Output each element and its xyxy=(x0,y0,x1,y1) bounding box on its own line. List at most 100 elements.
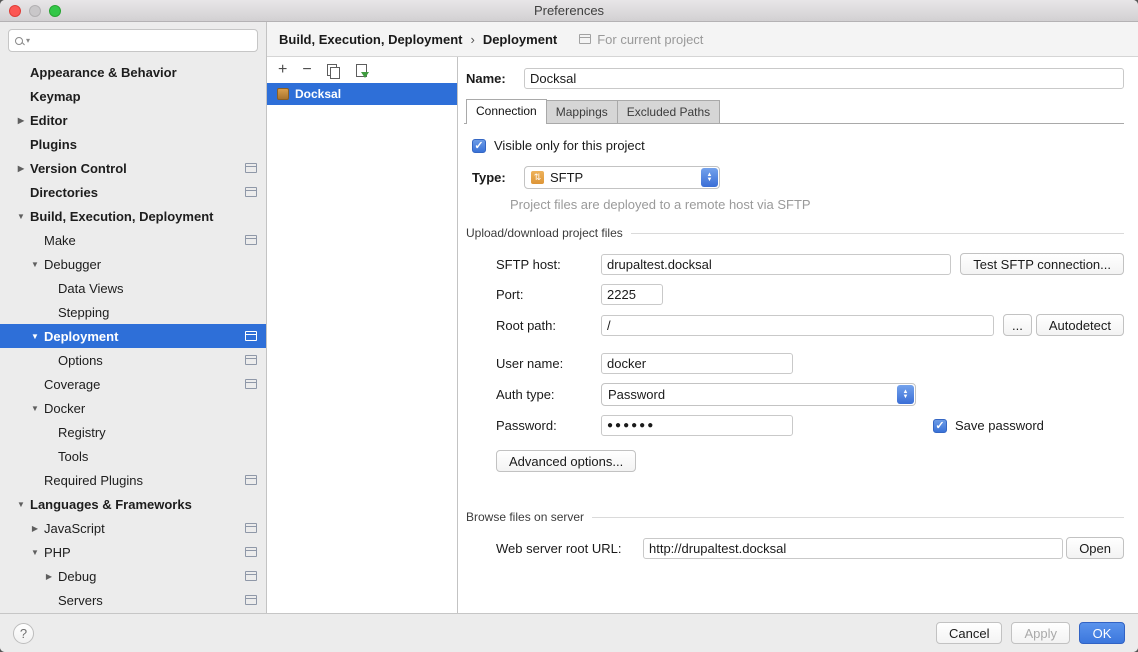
remove-icon[interactable]: − xyxy=(302,62,311,78)
auth-type-label: Auth type: xyxy=(496,387,601,402)
servers-list-panel: + − Docksal xyxy=(267,57,458,613)
window-controls xyxy=(9,5,61,17)
visible-only-checkbox[interactable]: ✓ xyxy=(472,139,486,153)
chevron-down-icon[interactable]: ▼ xyxy=(26,332,44,341)
ok-button[interactable]: OK xyxy=(1079,622,1125,644)
dropdown-stepper-icon[interactable]: ▲▼ xyxy=(701,168,718,187)
chevron-down-icon[interactable]: ▼ xyxy=(26,260,44,269)
chevron-down-icon[interactable]: ▼ xyxy=(26,548,44,557)
settings-search-input[interactable]: ▾ xyxy=(8,29,258,52)
chevron-down-icon[interactable]: ▼ xyxy=(12,212,30,221)
sidebar-item-php[interactable]: ▼PHP xyxy=(0,540,266,564)
section-divider xyxy=(631,233,1124,234)
current-project-icon xyxy=(245,355,257,365)
deployment-form: Name: ConnectionMappingsExcluded Paths ✓… xyxy=(458,57,1138,613)
test-sftp-connection-button[interactable]: Test SFTP connection... xyxy=(960,253,1124,275)
sidebar-item-label: Stepping xyxy=(58,305,109,320)
tab-mappings[interactable]: Mappings xyxy=(546,100,618,123)
upload-section-header: Upload/download project files xyxy=(466,226,1124,240)
apply-button[interactable]: Apply xyxy=(1011,622,1070,644)
sidebar-item-deployment[interactable]: ▼Deployment xyxy=(0,324,266,348)
chevron-down-icon[interactable]: ▼ xyxy=(26,404,44,413)
server-list-item-docksal[interactable]: Docksal xyxy=(267,83,457,105)
auth-type-select[interactable]: Password ▲▼ xyxy=(601,383,916,406)
help-button[interactable]: ? xyxy=(13,623,34,644)
sidebar-item-build-execution-deployment[interactable]: ▼Build, Execution, Deployment xyxy=(0,204,266,228)
search-area: ▾ xyxy=(0,22,266,57)
name-input[interactable] xyxy=(524,68,1124,89)
sidebar-item-debug[interactable]: ▶Debug xyxy=(0,564,266,588)
breadcrumb-item-deployment[interactable]: Deployment xyxy=(483,32,557,47)
browse-section-header: Browse files on server xyxy=(466,510,1124,524)
sidebar-item-options[interactable]: Options xyxy=(0,348,266,372)
breadcrumb: Build, Execution, Deployment › Deploymen… xyxy=(267,22,1138,57)
sidebar-item-version-control[interactable]: ▶Version Control xyxy=(0,156,266,180)
sidebar-item-label: Languages & Frameworks xyxy=(30,497,192,512)
port-row: Port: xyxy=(466,284,1124,305)
tab-excluded-paths[interactable]: Excluded Paths xyxy=(617,100,720,123)
sidebar-item-label: Data Views xyxy=(58,281,124,296)
cancel-button[interactable]: Cancel xyxy=(936,622,1002,644)
web-root-input[interactable] xyxy=(643,538,1063,559)
content-area: Build, Execution, Deployment › Deploymen… xyxy=(267,22,1138,613)
chevron-right-icon[interactable]: ▶ xyxy=(40,572,58,581)
save-password-checkbox[interactable]: ✓ xyxy=(933,419,947,433)
open-button[interactable]: Open xyxy=(1066,537,1124,559)
sftp-host-input[interactable] xyxy=(601,254,951,275)
chevron-right-icon[interactable]: ▶ xyxy=(12,116,30,125)
current-project-icon xyxy=(245,523,257,533)
chevron-down-icon[interactable]: ▼ xyxy=(12,500,30,509)
autodetect-button[interactable]: Autodetect xyxy=(1036,314,1124,336)
minimize-window-button[interactable] xyxy=(29,5,41,17)
sidebar-item-data-views[interactable]: Data Views xyxy=(0,276,266,300)
port-input[interactable] xyxy=(601,284,663,305)
user-name-input[interactable] xyxy=(601,353,793,374)
connection-tab-content: ✓ Visible only for this project Type: SF… xyxy=(464,124,1124,559)
sidebar-item-label: Coverage xyxy=(44,377,100,392)
current-project-icon xyxy=(245,331,257,341)
sidebar-item-registry[interactable]: Registry xyxy=(0,420,266,444)
save-password-group: ✓ Save password xyxy=(933,418,1044,433)
current-project-icon xyxy=(245,379,257,389)
advanced-options-row: Advanced options... xyxy=(466,450,1124,472)
sidebar-item-docker[interactable]: ▼Docker xyxy=(0,396,266,420)
sidebar-item-required-plugins[interactable]: Required Plugins xyxy=(0,468,266,492)
sidebar-item-debugger[interactable]: ▼Debugger xyxy=(0,252,266,276)
section-divider xyxy=(592,517,1124,518)
sidebar-item-plugins[interactable]: Plugins xyxy=(0,132,266,156)
sidebar-item-servers[interactable]: Servers xyxy=(0,588,266,612)
zoom-window-button[interactable] xyxy=(49,5,61,17)
password-input[interactable] xyxy=(601,415,793,436)
root-path-input[interactable] xyxy=(601,315,994,336)
browse-root-path-button[interactable]: ... xyxy=(1003,314,1032,336)
sidebar-item-make[interactable]: Make xyxy=(0,228,266,252)
dropdown-stepper-icon[interactable]: ▲▼ xyxy=(897,385,914,404)
chevron-right-icon[interactable]: ▶ xyxy=(12,164,30,173)
chevron-right-icon[interactable]: ▶ xyxy=(26,524,44,533)
current-project-icon xyxy=(245,595,257,605)
sidebar-item-javascript[interactable]: ▶JavaScript xyxy=(0,516,266,540)
tab-connection[interactable]: Connection xyxy=(466,99,547,124)
sidebar-item-appearance-behavior[interactable]: Appearance & Behavior xyxy=(0,60,266,84)
sidebar-item-label: Servers xyxy=(58,593,103,608)
sidebar-item-keymap[interactable]: Keymap xyxy=(0,84,266,108)
sidebar-item-directories[interactable]: Directories xyxy=(0,180,266,204)
titlebar: Preferences xyxy=(0,0,1138,22)
user-name-row: User name: xyxy=(466,353,1124,374)
sidebar-item-stepping[interactable]: Stepping xyxy=(0,300,266,324)
sidebar-item-coverage[interactable]: Coverage xyxy=(0,372,266,396)
search-options-caret-icon[interactable]: ▾ xyxy=(26,37,30,45)
import-icon[interactable] xyxy=(355,64,368,77)
breadcrumb-item-build-execution-deployment[interactable]: Build, Execution, Deployment xyxy=(279,32,462,47)
auth-type-row: Auth type: Password ▲▼ xyxy=(466,383,1124,406)
type-selected-value: SFTP xyxy=(550,170,583,185)
copy-icon[interactable] xyxy=(327,64,340,77)
advanced-options-button[interactable]: Advanced options... xyxy=(496,450,636,472)
sidebar-item-tools[interactable]: Tools xyxy=(0,444,266,468)
sidebar-item-languages-frameworks[interactable]: ▼Languages & Frameworks xyxy=(0,492,266,516)
type-select[interactable]: SFTP ▲▼ xyxy=(524,166,720,189)
type-label: Type: xyxy=(472,170,524,185)
close-window-button[interactable] xyxy=(9,5,21,17)
sidebar-item-editor[interactable]: ▶Editor xyxy=(0,108,266,132)
add-icon[interactable]: + xyxy=(278,62,287,78)
